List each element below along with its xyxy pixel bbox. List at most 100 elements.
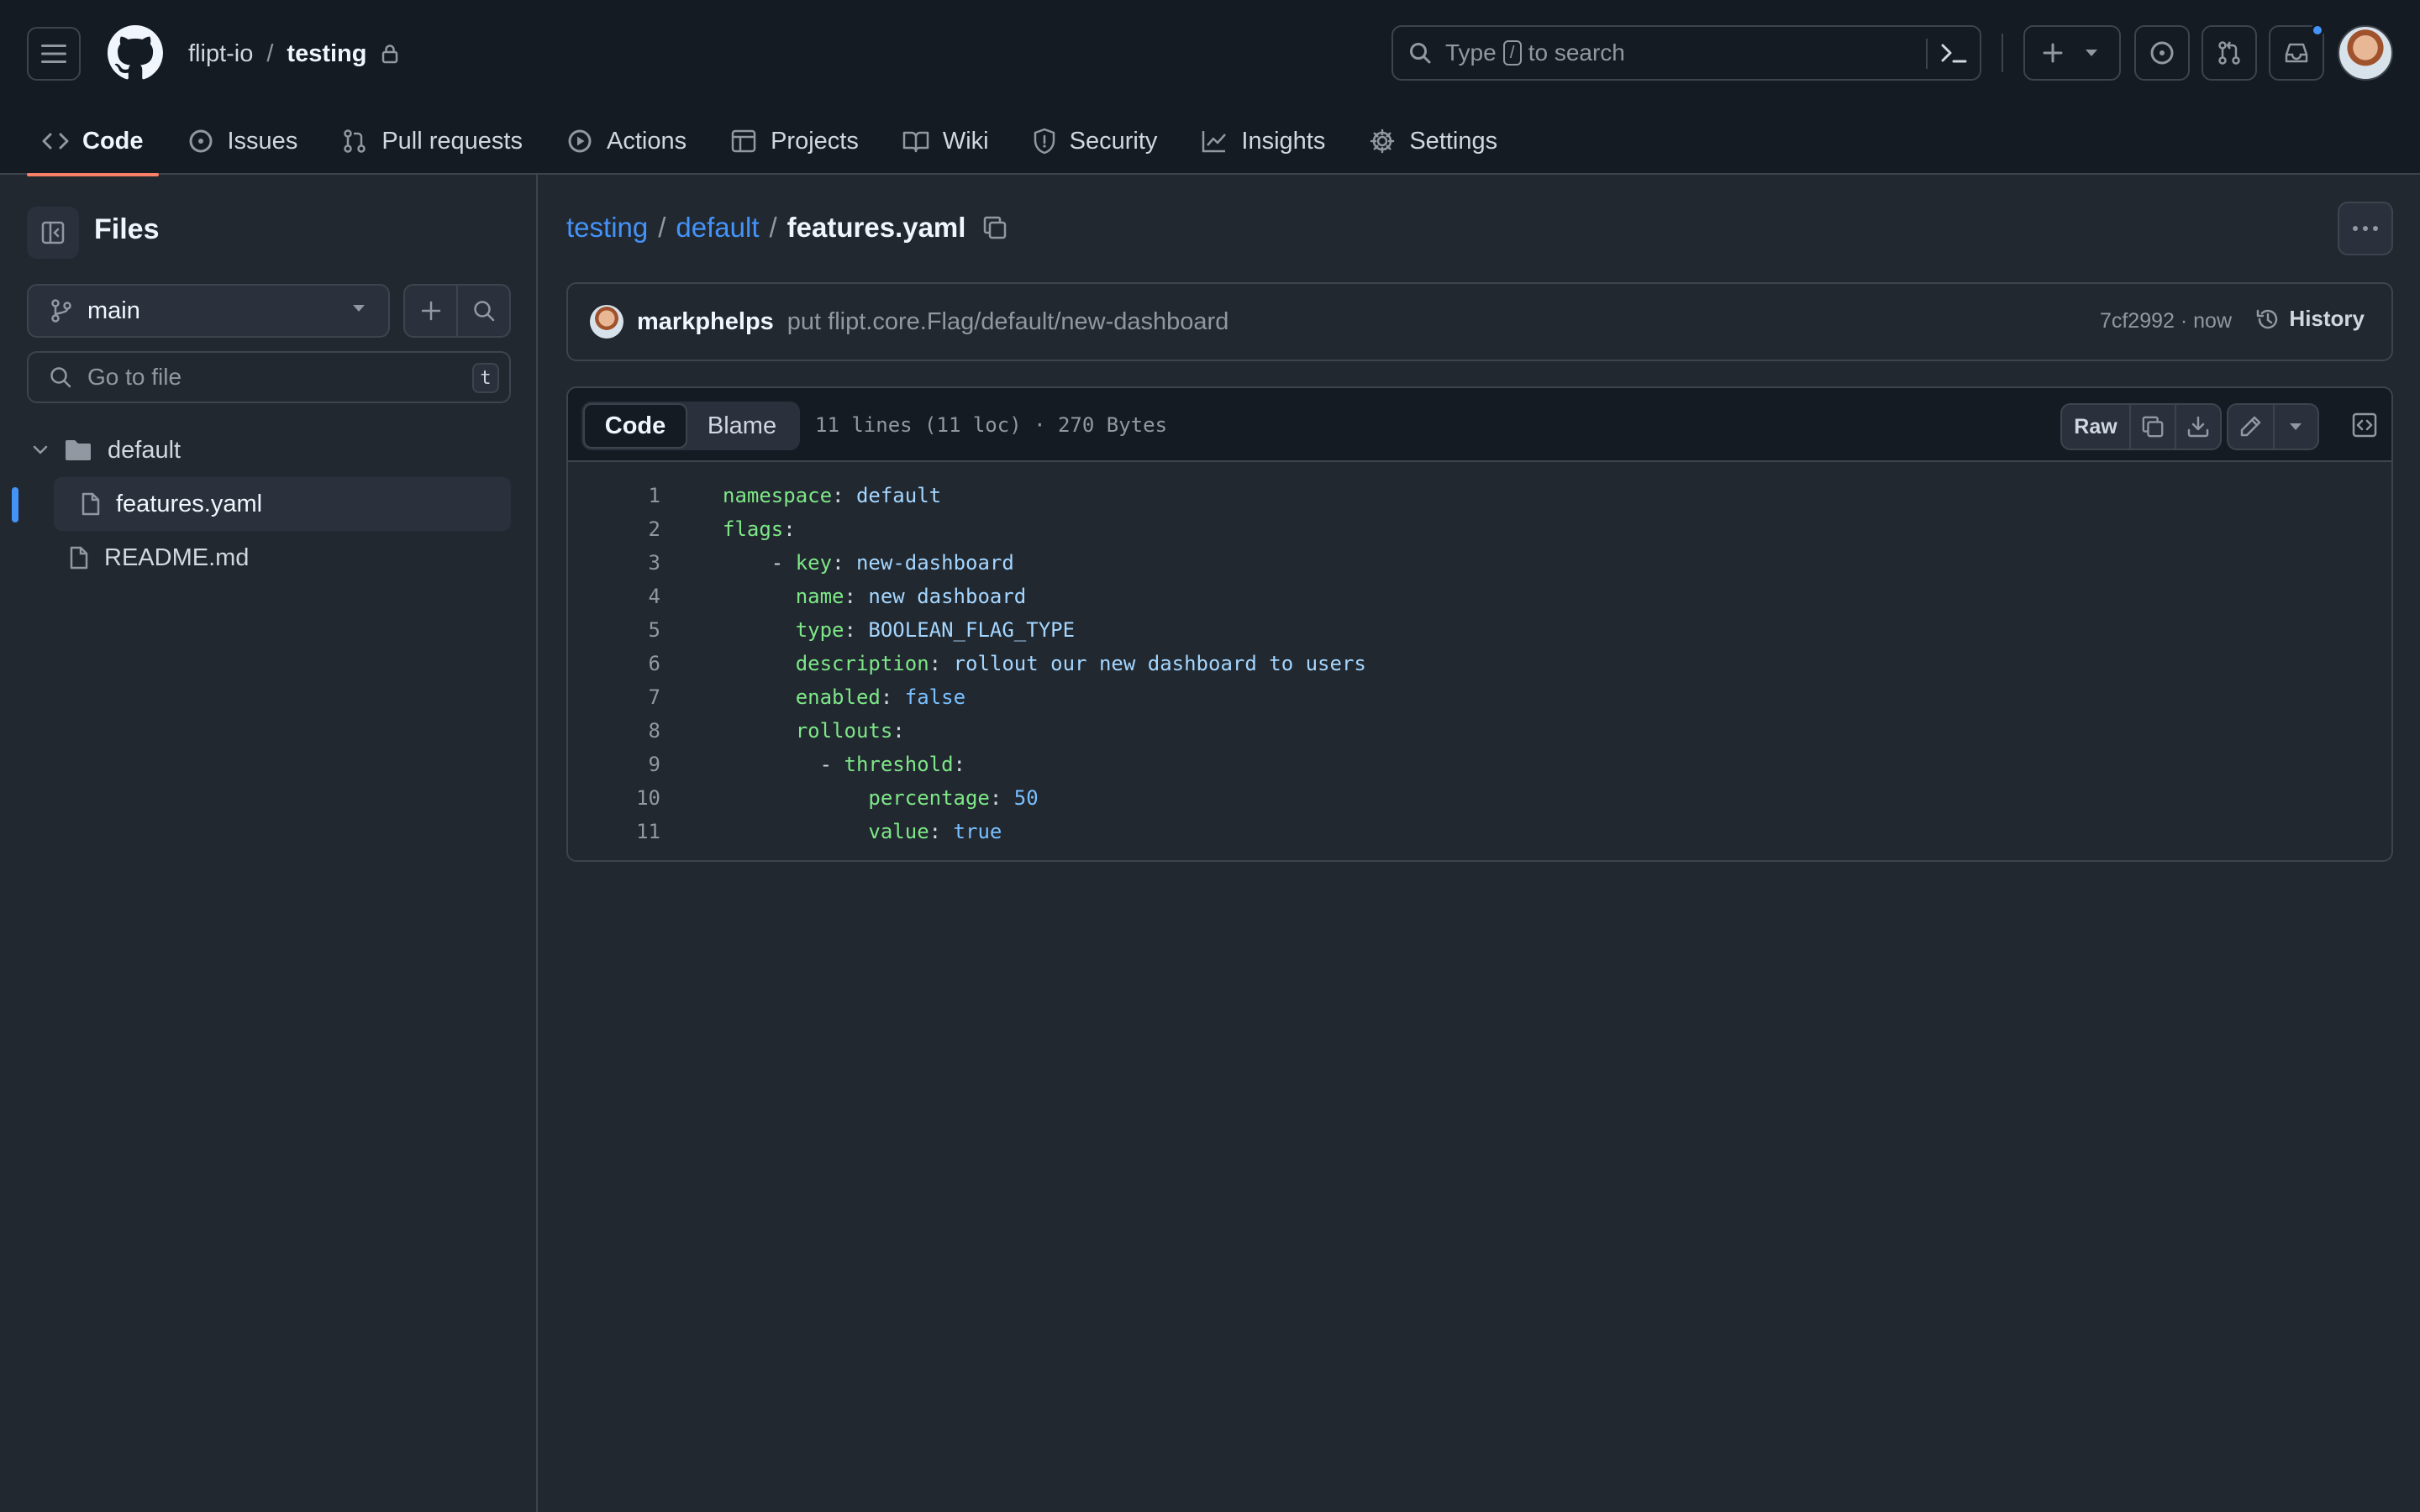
edit-actions-group (2227, 403, 2319, 450)
copy-path-icon[interactable] (982, 215, 1007, 240)
line-number[interactable]: 3 (568, 551, 660, 575)
search-icon (472, 299, 496, 323)
yaml-key: threshold (844, 753, 954, 776)
tab-pull-requests[interactable]: Pull requests (326, 108, 538, 175)
yaml-colon: : (929, 820, 954, 843)
tab-actions[interactable]: Actions (551, 108, 702, 175)
your-pull-requests-button[interactable] (2202, 25, 2257, 81)
your-issues-button[interactable] (2134, 25, 2190, 81)
search-code-button[interactable] (456, 286, 509, 336)
global-search-input[interactable]: Type / to search (1392, 25, 1981, 81)
notifications-button[interactable] (2269, 24, 2324, 81)
header-divider (2002, 34, 2003, 72)
code-line: 3 - key: new-dashboard (568, 546, 2391, 580)
commit-sha-and-time[interactable]: 7cf2992 · now (2100, 309, 2232, 333)
breadcrumb-repo-link[interactable]: testing (566, 212, 648, 244)
app-header: flipt-io / testing Type / to search Code… (0, 0, 2420, 176)
copy-icon (2141, 415, 2165, 438)
line-source: rollouts: (723, 719, 905, 743)
history-icon (2255, 307, 2281, 332)
tab-pull-requests-label: Pull requests (381, 127, 523, 155)
tab-projects[interactable]: Projects (715, 108, 874, 175)
chevron-down-icon (32, 444, 49, 456)
book-icon (902, 129, 929, 153)
git-branch-icon (50, 298, 72, 323)
tab-code-label: Code (82, 127, 144, 155)
code-line: 10 percentage: 50 (568, 781, 2391, 815)
view-mode-toggle: Code Blame (581, 402, 800, 450)
edit-options-dropdown[interactable] (2272, 405, 2317, 449)
file-icon (69, 545, 89, 570)
branch-selector[interactable]: main (27, 284, 390, 338)
sidebar-action-group (403, 284, 511, 338)
breadcrumb-folder-link[interactable]: default (676, 212, 759, 244)
tree-item-folder-default[interactable]: default (0, 423, 538, 477)
commit-message-link[interactable]: put flipt.core.Flag/default/new-dashboar… (787, 308, 1229, 336)
commit-author-link[interactable]: markphelps (637, 308, 774, 336)
download-icon (2186, 415, 2210, 438)
sidebar-collapse-icon (40, 220, 66, 245)
pencil-icon (2238, 415, 2262, 438)
download-raw-button[interactable] (2175, 405, 2220, 449)
line-number[interactable]: 8 (568, 719, 660, 743)
add-file-button[interactable] (405, 286, 456, 336)
line-number[interactable]: 1 (568, 484, 660, 507)
line-number[interactable]: 4 (568, 585, 660, 608)
line-source: percentage: 50 (723, 786, 1038, 810)
create-new-button[interactable] (2023, 25, 2121, 81)
tab-code[interactable]: Code (27, 108, 159, 176)
line-number[interactable]: 11 (568, 820, 660, 843)
line-source: flags: (723, 517, 796, 541)
line-number[interactable]: 10 (568, 786, 660, 810)
blame-view-tab[interactable]: Blame (687, 403, 797, 449)
breadcrumb-separator: / (658, 212, 666, 243)
tree-item-file-readme[interactable]: README.md (0, 531, 538, 585)
yaml-key: namespace (723, 484, 833, 507)
header-top-bar: flipt-io / testing Type / to search (0, 0, 2420, 108)
repo-nav-tabs: Code Issues Pull requests Actions Projec… (27, 108, 1512, 176)
line-number[interactable]: 2 (568, 517, 660, 541)
github-logo-icon[interactable] (108, 25, 163, 81)
caret-down-icon (2288, 423, 2303, 431)
tab-wiki[interactable]: Wiki (887, 108, 1004, 175)
repo-name-link[interactable]: testing (287, 40, 366, 68)
line-number[interactable]: 5 (568, 618, 660, 642)
breadcrumb-separator: / (769, 212, 777, 243)
command-palette-icon[interactable] (1939, 40, 1968, 66)
symbols-panel-button[interactable] (2351, 412, 2378, 438)
yaml-key: rollouts (795, 719, 893, 743)
tab-issues[interactable]: Issues (172, 108, 313, 175)
line-number[interactable]: 9 (568, 753, 660, 776)
repo-owner-link[interactable]: flipt-io (188, 40, 253, 68)
search-icon (1408, 41, 1432, 65)
search-placeholder-suffix: to search (1528, 39, 1625, 66)
more-options-button[interactable] (2338, 202, 2393, 255)
repo-breadcrumb: flipt-io / testing (188, 35, 398, 72)
commit-author-avatar[interactable] (590, 305, 623, 339)
line-source: - key: new-dashboard (723, 551, 1014, 575)
history-button[interactable]: History (2255, 306, 2365, 332)
code-view-tab[interactable]: Code (583, 403, 687, 449)
tree-item-file-features-yaml[interactable]: features.yaml (12, 477, 511, 531)
menu-button[interactable] (27, 27, 81, 81)
yaml-colon: : (844, 585, 869, 608)
go-to-file-input[interactable]: Go to file t (27, 351, 511, 403)
issue-opened-icon (2149, 39, 2175, 66)
collapse-sidebar-button[interactable] (27, 207, 79, 259)
line-number[interactable]: 7 (568, 685, 660, 709)
table-icon (730, 128, 757, 155)
copy-raw-button[interactable] (2129, 405, 2175, 449)
kebab-horizontal-icon (2352, 225, 2379, 232)
raw-button[interactable]: Raw (2062, 405, 2129, 449)
tab-insights[interactable]: Insights (1186, 108, 1340, 175)
tab-security[interactable]: Security (1018, 108, 1173, 175)
line-number[interactable]: 6 (568, 652, 660, 675)
raw-actions-group: Raw (2060, 403, 2222, 450)
go-to-file-placeholder: Go to file (87, 364, 182, 390)
graph-icon (1201, 129, 1228, 154)
edit-file-button[interactable] (2228, 405, 2273, 449)
user-avatar[interactable] (2338, 25, 2393, 81)
tab-settings[interactable]: Settings (1354, 108, 1512, 175)
